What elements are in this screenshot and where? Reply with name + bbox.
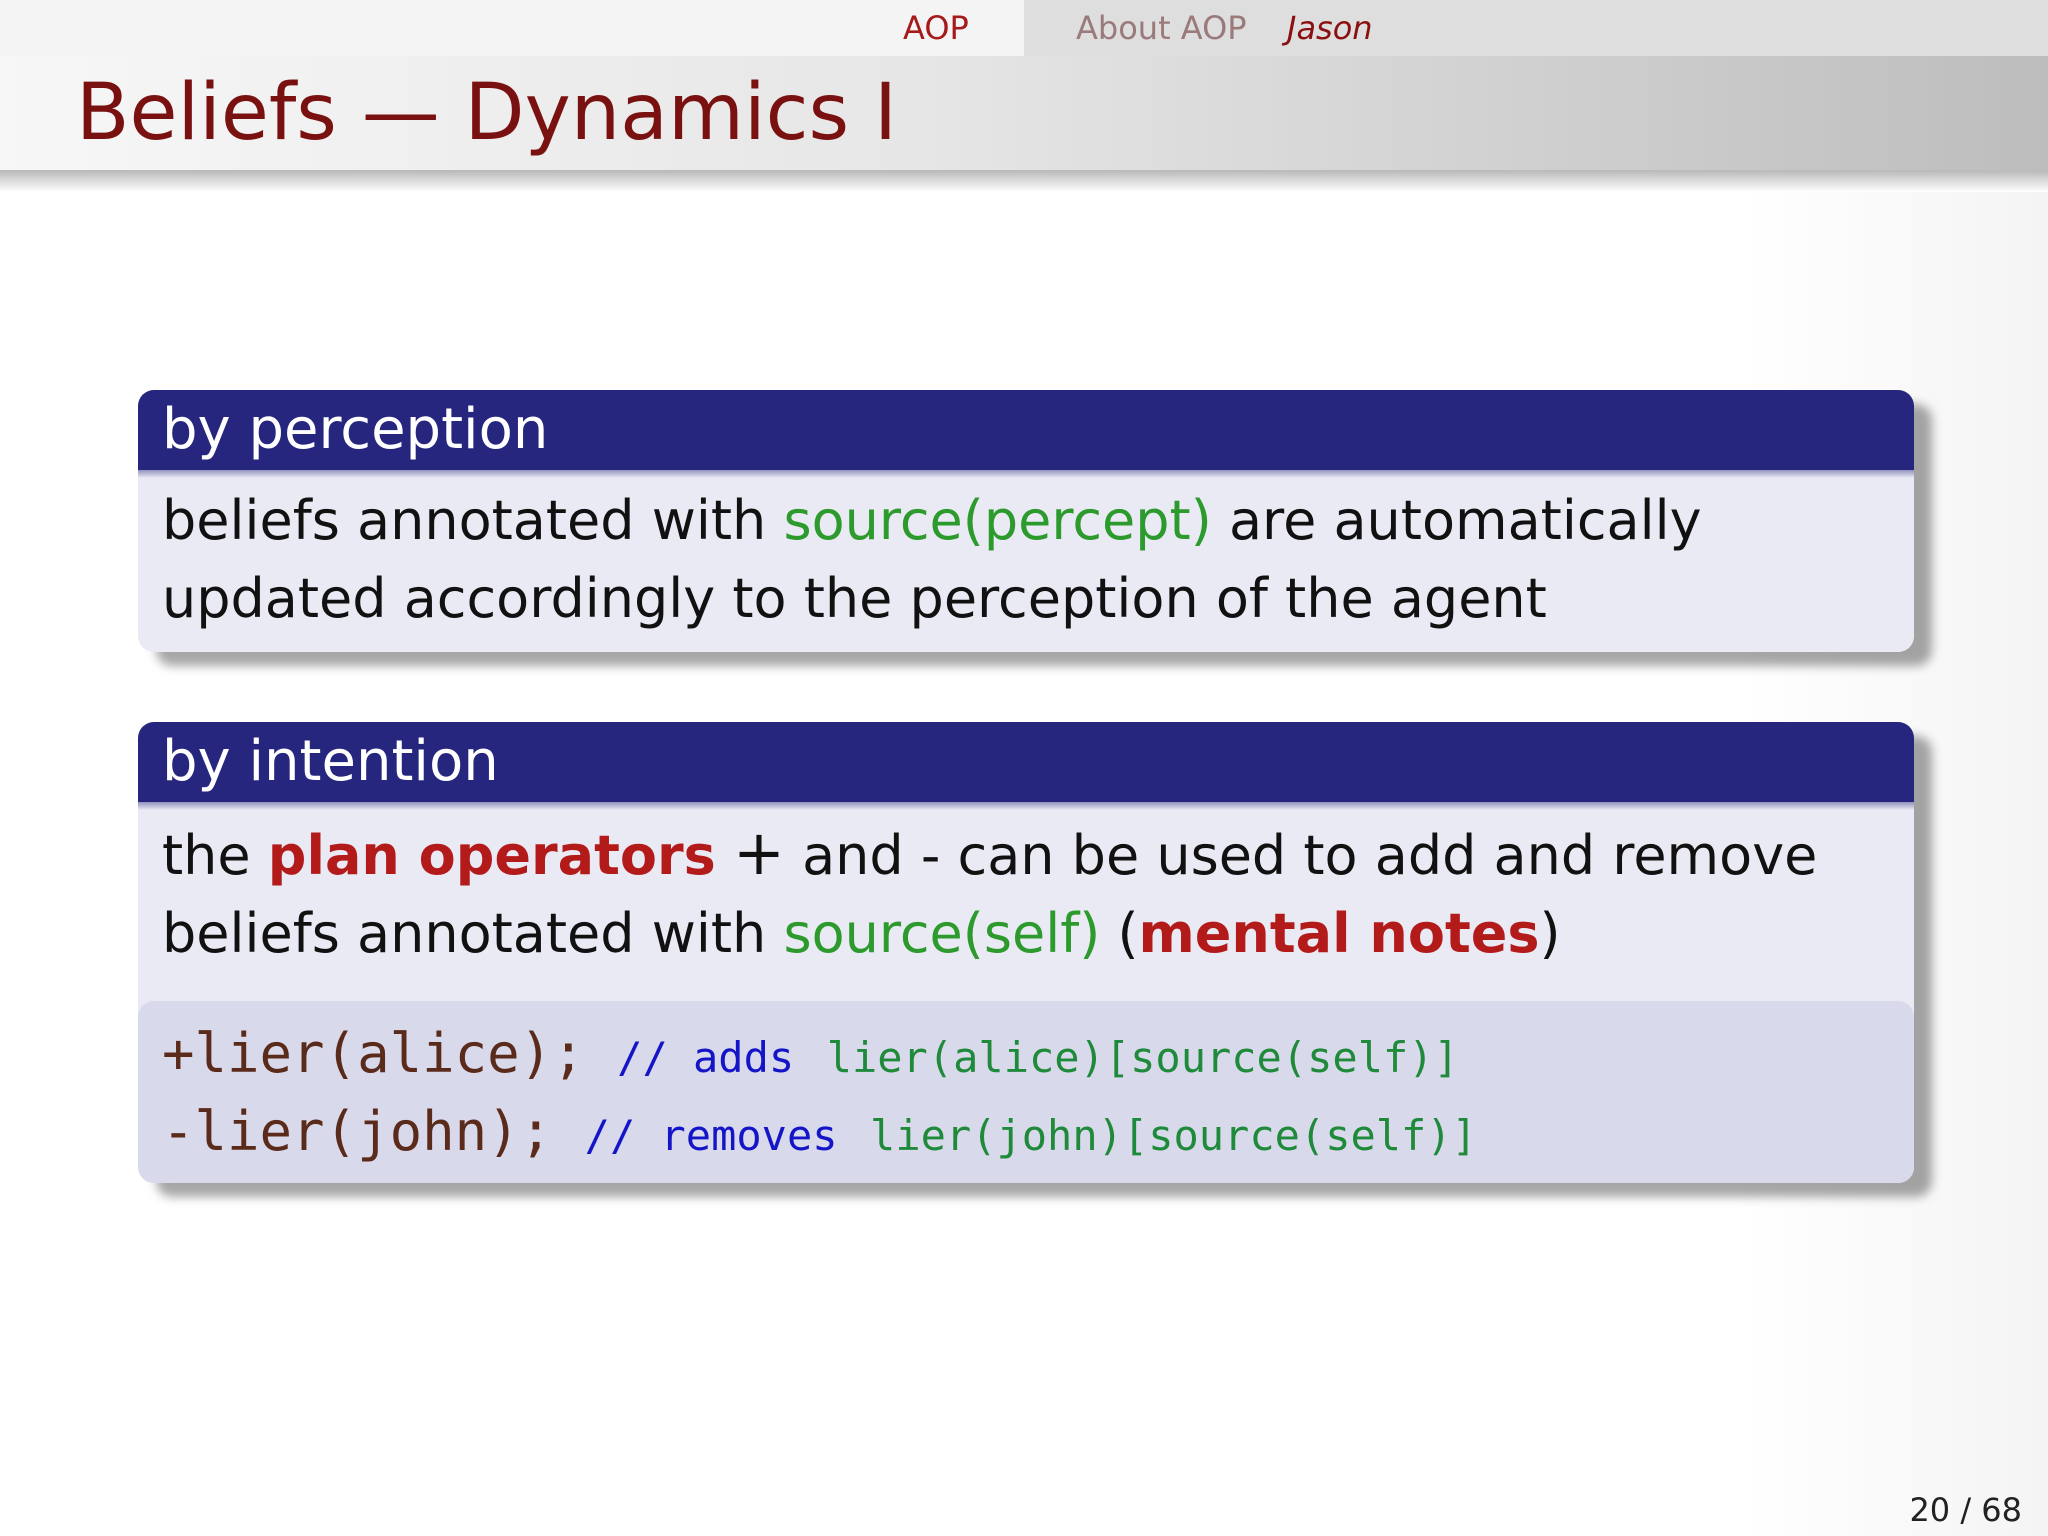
nav-section-aop[interactable]: AOP [903,8,969,48]
perception-text-1: beliefs annotated with [162,489,784,552]
operator-plus: + [732,816,785,889]
term-source-percept: source(percept) [783,489,1212,552]
intention-text-2: and [784,824,921,887]
code-example: +lier(alice); // adds lier(alice)[source… [138,1001,1914,1183]
block-by-perception: by perception beliefs annotated with sou… [138,390,1914,652]
code-line: +lier(alice); // adds lier(alice)[source… [162,1015,1890,1093]
nav-subsection-about-aop[interactable]: About AOP [1076,8,1247,48]
intention-text-1: the [162,824,268,887]
code-statement: -lier(john); [162,1100,553,1163]
nav-subsubsection-jason[interactable]: Jason [1287,8,1373,48]
page-title: Beliefs — Dynamics I [76,68,897,158]
term-source-self: source(self) [783,902,1101,965]
code-statement: +lier(alice); [162,1022,585,1085]
emphasis-plan-operators: plan operators [267,824,716,887]
code-comment: // adds [617,1033,795,1082]
intention-text-4: ( [1100,902,1139,965]
intention-text-5: ) [1539,902,1561,965]
emphasis-mental-notes: mental notes [1138,902,1540,965]
block-body-intention: the plan operators + and - can be used t… [138,802,1914,1183]
intention-paragraph: the plan operators + and - can be used t… [162,814,1890,1001]
code-line: -lier(john); // removes lier(john)[sourc… [162,1093,1890,1171]
navigation-bar: AOP About AOP Jason [0,0,2048,56]
code-term: lier(john)[source(self)] [870,1111,1477,1160]
code-term: lier(alice)[source(self)] [826,1033,1459,1082]
block-body-perception: beliefs annotated with source(percept) a… [138,470,1914,652]
block-title-perception: by perception [138,390,1914,478]
operator-minus: - [920,824,941,887]
block-title-intention: by intention [138,722,1914,810]
title-bar-shadow [0,170,2048,192]
code-comment: // removes [584,1111,838,1160]
page-counter: 20 / 68 [1909,1491,2022,1529]
block-by-intention: by intention the plan operators + and - … [138,722,1914,1183]
